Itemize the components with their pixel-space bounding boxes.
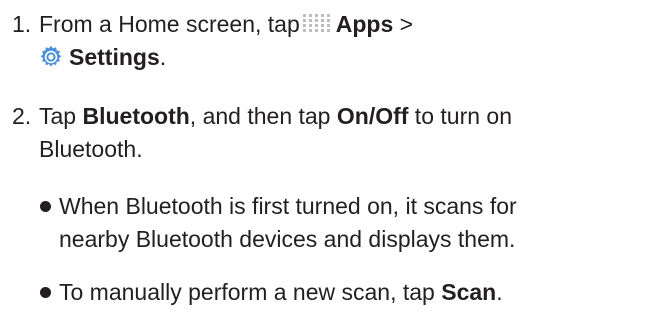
on-off-label: On/Off	[336, 103, 409, 129]
step-2-text: Tap Bluetooth, and then tap On/Off to tu…	[39, 100, 663, 166]
bluetooth-label: Bluetooth	[82, 103, 190, 129]
step-1: 1. From a Home screen, tap Apps > Settin…	[0, 8, 663, 78]
scan-label: Scan	[441, 279, 497, 305]
step-1-text: From a Home screen, tap Apps > Settings.	[39, 8, 663, 74]
bullet-2-text-before-scan: To manually perform a new scan, tap	[59, 279, 442, 305]
settings-gear-icon	[40, 45, 62, 67]
bullet-dot	[40, 201, 51, 212]
bullet-2-text: To manually perform a new scan, tap Scan…	[59, 276, 663, 309]
step-2-line-2: Bluetooth.	[39, 136, 143, 162]
bullet-2-period: .	[496, 279, 503, 305]
step-1-text-before-apps: From a Home screen, tap	[39, 11, 300, 37]
step-2-line-1: Tap Bluetooth, and then tap On/Off to tu…	[39, 100, 663, 133]
instructions-page: 1. From a Home screen, tap Apps > Settin…	[0, 0, 663, 314]
bullet-1-line-1: When Bluetooth is first turned on, it sc…	[59, 193, 517, 219]
bullet-dot	[40, 287, 51, 298]
step-1-period: .	[159, 44, 167, 70]
apps-label: Apps	[335, 11, 394, 37]
step-1-line-1: From a Home screen, tap Apps >	[39, 8, 663, 41]
step-2-text-turn-on: to turn on	[408, 103, 512, 129]
step-1-arrow: >	[393, 11, 414, 37]
step-1-number: 1.	[12, 11, 32, 37]
bullet-2-line-1: To manually perform a new scan, tap Scan…	[59, 276, 663, 309]
apps-grid-icon	[302, 13, 330, 32]
bullet-item-1: When Bluetooth is first turned on, it sc…	[40, 190, 663, 260]
bullet-item-2: To manually perform a new scan, tap Scan…	[40, 276, 663, 312]
bullet-1-line-2: nearby Bluetooth devices and displays th…	[59, 226, 516, 252]
step-2-number: 2.	[12, 103, 32, 129]
step-2-text-and-then: , and then tap	[189, 103, 337, 129]
settings-label: Settings	[69, 44, 160, 70]
bullet-1-text: When Bluetooth is first turned on, it sc…	[59, 190, 663, 256]
step-2-text-tap: Tap	[39, 103, 83, 129]
step-1-line-2: Settings.	[39, 41, 663, 74]
step-2: 2. Tap Bluetooth, and then tap On/Off to…	[0, 100, 663, 170]
